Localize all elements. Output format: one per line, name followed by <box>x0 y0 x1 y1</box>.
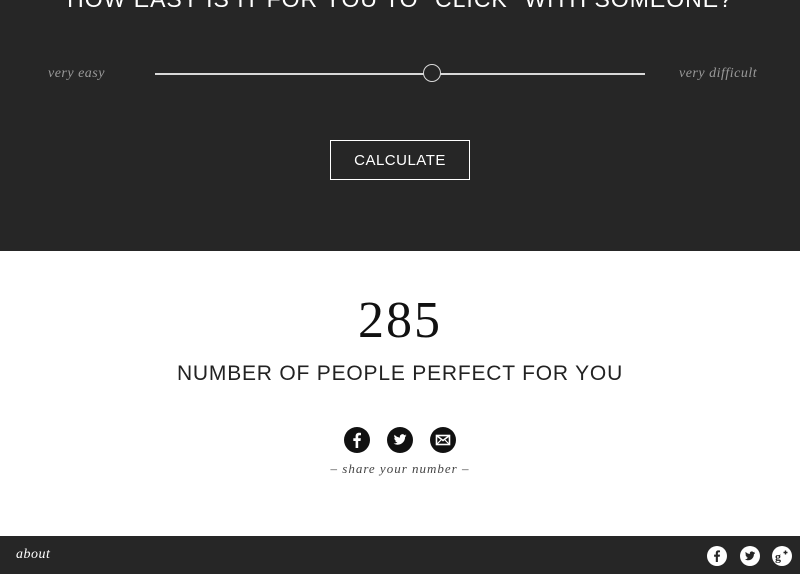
twitter-icon[interactable] <box>387 427 413 453</box>
facebook-icon[interactable] <box>707 546 727 566</box>
email-icon[interactable] <box>430 427 456 453</box>
share-caption: – share your number – <box>330 461 470 476</box>
result-number: 285 <box>358 292 442 349</box>
share-buttons <box>344 427 458 453</box>
slider-max-label: very difficult <box>679 66 758 81</box>
footer-bar: about g <box>0 536 800 574</box>
svg-text:g: g <box>775 550 781 564</box>
settings-panel: HOW EASY IS IT FOR YOU TO "CLICK" WITH S… <box>0 0 800 251</box>
google-plus-icon[interactable]: g <box>772 546 792 566</box>
result-label: NUMBER OF PEOPLE PERFECT FOR YOU <box>176 362 624 385</box>
twitter-icon[interactable] <box>740 546 760 566</box>
facebook-icon[interactable] <box>344 427 370 453</box>
difficulty-slider-track[interactable] <box>155 73 645 75</box>
slider-min-label: very easy <box>48 66 105 81</box>
question-heading: HOW EASY IS IT FOR YOU TO "CLICK" WITH S… <box>0 0 800 13</box>
about-link[interactable]: about <box>16 547 50 563</box>
difficulty-slider-thumb[interactable] <box>422 64 441 82</box>
calculate-button[interactable]: CALCULATE <box>330 140 470 180</box>
